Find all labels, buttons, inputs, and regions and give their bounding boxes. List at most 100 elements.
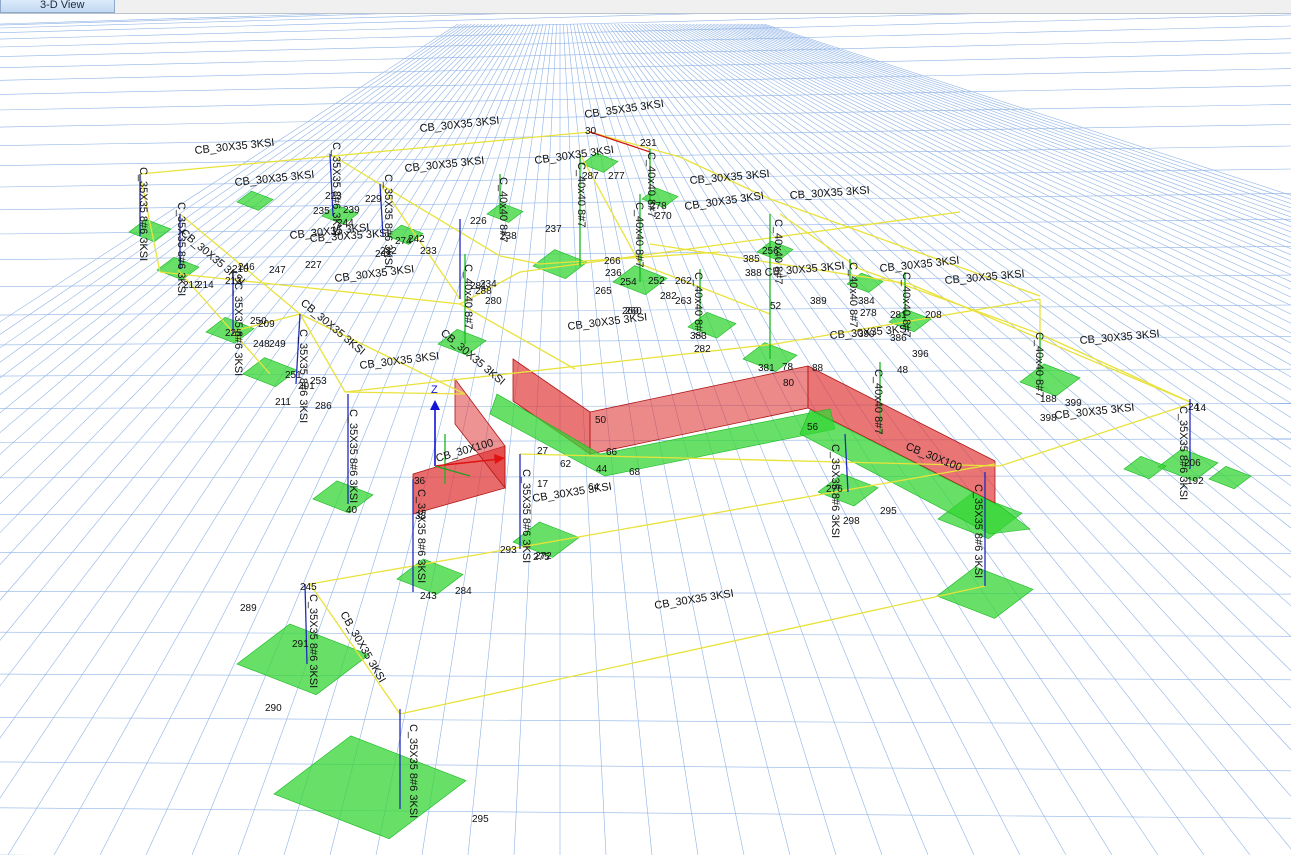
- node-label: 44: [596, 464, 608, 475]
- node-label: 251: [285, 370, 302, 381]
- beam-label: CB_30X35 3KSI: [879, 255, 960, 275]
- node-label: 263: [675, 296, 692, 307]
- view-tab-bar: 3-D View: [0, 0, 1291, 14]
- node-label: 56: [807, 422, 819, 433]
- grid-line: [99, 23, 527, 855]
- node-label: 275: [533, 552, 550, 563]
- node-label: 287: [582, 171, 599, 182]
- footing: [312, 480, 374, 514]
- node-label: 227: [305, 260, 322, 271]
- column-label: C_35X35 8#6 3KSI: [347, 409, 359, 503]
- node-label: 252: [648, 276, 665, 287]
- node-label: 36: [414, 476, 426, 487]
- node-label: 276: [826, 484, 843, 495]
- footings-layer: [128, 152, 1252, 840]
- node-label: 281: [890, 310, 907, 321]
- node-label: 238: [500, 231, 517, 242]
- node-label: 40: [346, 505, 358, 516]
- grid-line: [375, 23, 547, 855]
- node-label: 62: [560, 459, 572, 470]
- node-label: 265: [595, 286, 612, 297]
- grid-line: [0, 38, 1291, 68]
- node-label: 225: [225, 328, 242, 339]
- node-label: 388: [745, 268, 762, 279]
- node-label: 293: [500, 545, 517, 556]
- node-label: 235: [313, 206, 330, 217]
- column-label: C_40x40 8#7: [1033, 332, 1045, 397]
- grid-line: [53, 23, 523, 855]
- column-label: C_40x40 8#7: [633, 202, 645, 267]
- column-label: C_40x40 8#7: [872, 369, 884, 434]
- 3d-model-viewport[interactable]: CB_30X35 3KSI CB_30X35 3KSI CB_30X35 3KSI C…: [0, 14, 1291, 855]
- column-label: C_35X35 8#6 3KSI: [972, 484, 984, 578]
- z-axis-arrow: [430, 400, 440, 410]
- node-label: 14: [1195, 403, 1207, 414]
- beam-label: CB_30X35 3KSI: [1079, 328, 1160, 347]
- grid-line: [0, 475, 1291, 479]
- node-label: 223: [325, 191, 342, 202]
- node-label: 66: [606, 447, 618, 458]
- node-label: 385: [743, 254, 760, 265]
- node-label: 188: [1040, 394, 1057, 405]
- column-label: C_40x40 8#7: [692, 272, 704, 337]
- column-label: C_40x40 8#7: [900, 272, 912, 337]
- node-label: 38: [415, 511, 427, 522]
- node-label: 289: [240, 603, 257, 614]
- tab-3d-view[interactable]: 3-D View: [0, 0, 115, 13]
- node-label: 295: [880, 506, 897, 517]
- grid-line: [0, 631, 1291, 637]
- grid-line: [0, 717, 1291, 725]
- node-label: 52: [770, 301, 782, 312]
- node-label: 254: [620, 277, 637, 288]
- node-label: 262: [675, 276, 692, 287]
- node-label: 234: [480, 279, 497, 290]
- node-label: 88: [812, 363, 824, 374]
- node-label: 284: [455, 586, 472, 597]
- node-label: 232: [380, 246, 397, 257]
- beam-line: [779, 213, 861, 270]
- grid-line: [0, 761, 1291, 772]
- node-label: 214: [197, 280, 214, 291]
- column-label: C_40x40 8#7: [462, 264, 474, 329]
- footing: [236, 190, 274, 211]
- walls-layer: [412, 358, 1031, 535]
- node-label: 192: [1187, 476, 1204, 487]
- node-label: 389: [810, 296, 827, 307]
- beam-label: CB_30X35 3KSI: [684, 190, 765, 213]
- node-label: 237: [545, 224, 562, 235]
- node-label: 226: [470, 216, 487, 227]
- node-label: 229: [365, 194, 382, 205]
- footing: [1208, 465, 1252, 490]
- node-label: 278: [650, 201, 667, 212]
- node-label: 290: [265, 703, 282, 714]
- column-label: C_35X35 8#6 3KSI: [407, 724, 419, 818]
- node-label: 208: [925, 310, 942, 321]
- grid-line: [0, 807, 1291, 819]
- beam-label: CB_30X35 3KSI: [194, 137, 275, 157]
- node-label: 248: [253, 339, 270, 350]
- node-label: 260: [625, 306, 642, 317]
- beam-label: CB_30X35 3KSI: [689, 168, 770, 187]
- node-label: 50: [595, 415, 607, 426]
- node-label: 239: [343, 205, 360, 216]
- node-label: 213: [225, 276, 242, 287]
- node-label: 211: [275, 397, 291, 408]
- node-label: 209: [258, 319, 275, 330]
- beam-line: [499, 255, 541, 265]
- structural-model-canvas[interactable]: CB_30X35 3KSICB_30X35 3KSICB_30X35 3KSIC…: [0, 14, 1291, 855]
- grid-line: [0, 52, 1291, 81]
- grid-line: [0, 591, 1291, 595]
- node-label: 256: [762, 246, 779, 257]
- node-label: 233: [420, 246, 437, 257]
- node-label: 245: [300, 582, 317, 593]
- node-label: 383: [690, 331, 707, 342]
- node-label: 282: [694, 344, 711, 355]
- column-label: C_35X35 8#6 3KSI: [415, 489, 427, 583]
- node-label: 201: [298, 381, 315, 392]
- node-label: 398: [1040, 413, 1057, 424]
- node-label: 396: [912, 349, 929, 360]
- node-label: 236: [605, 268, 622, 279]
- node-label: 68: [629, 467, 641, 478]
- node-label: 231: [640, 138, 657, 149]
- node-label: 266: [604, 256, 621, 267]
